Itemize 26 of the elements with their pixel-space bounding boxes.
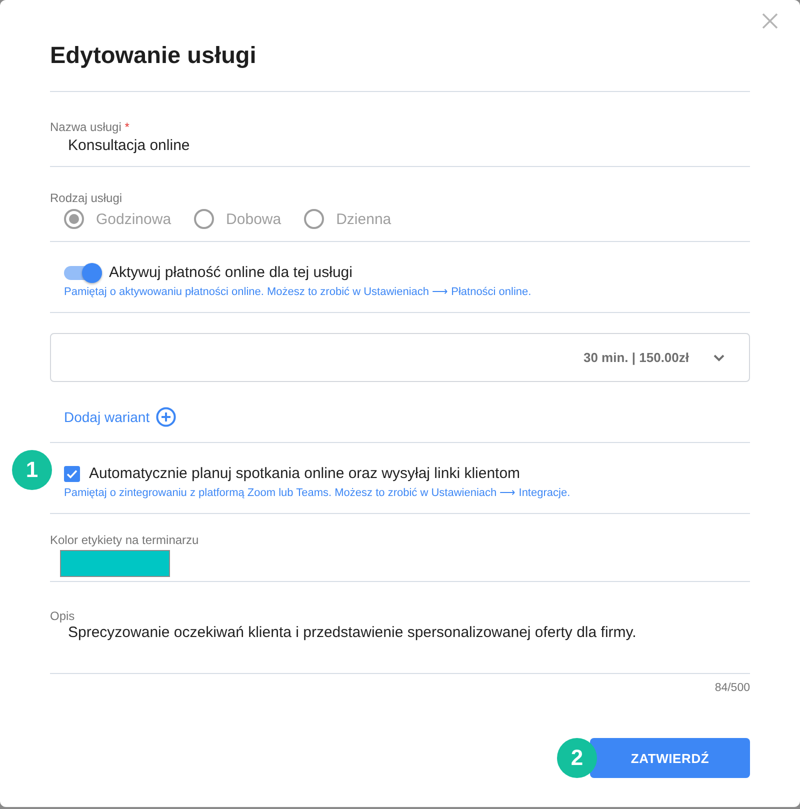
plus-circle-icon xyxy=(156,407,176,427)
variant-row[interactable]: 30 min. | 150.00zł xyxy=(50,333,750,382)
field-label: Nazwa usługi * xyxy=(50,120,130,134)
close-icon[interactable] xyxy=(762,13,778,29)
dialog-title: Edytowanie usługi xyxy=(50,41,258,70)
hint-text: Pamiętaj o aktywowaniu płatności online. Możesz to zrobić w Ustawieniach ⟶ Płatności online. xyxy=(64,285,532,299)
character-counter: 84/500 xyxy=(714,681,750,695)
submit-button[interactable]: ZATWIERDŹ xyxy=(590,738,750,778)
field-label: Kolor etykiety na terminarzu xyxy=(50,533,199,547)
hint-text: Pamiętaj o zintegrowaniu z platformą Zoom lub Teams. Możesz to zrobić w Ustawieniach ⟶ Integracje. xyxy=(64,486,572,500)
name-field[interactable]: Nazwa usługi * Konsultacja online xyxy=(50,92,750,167)
field-value: Konsultacja online xyxy=(67,136,191,156)
field-value: Sprecyzowanie oczekiwań klienta i przedstawienie spersonalizowanej oferty dla firmy. xyxy=(67,623,638,643)
description-field[interactable]: Opis Sprecyzowanie oczekiwań klienta i przedstawienie spersonalizowanej oferty dla firmy. xyxy=(50,582,750,674)
step-badge: 1 xyxy=(12,450,52,490)
variant-summary: 30 min. | 150.00zł xyxy=(583,350,689,365)
toggle-label: Aktywuj płatność online dla tej usługi xyxy=(109,263,352,283)
step-badge: 2 xyxy=(557,738,597,778)
toggle-switch[interactable] xyxy=(64,266,102,280)
field-label: Rodzaj usługi xyxy=(50,191,122,205)
chevron-icon xyxy=(713,354,725,362)
field-label: Opis xyxy=(50,609,75,623)
checkbox-label: Automatycznie planuj spotkania online oraz wysyłaj linki klientom xyxy=(89,464,520,484)
add-variant-link[interactable]: Dodaj wariant xyxy=(64,405,176,429)
color-swatch[interactable] xyxy=(60,550,170,577)
checkbox[interactable] xyxy=(64,466,80,482)
